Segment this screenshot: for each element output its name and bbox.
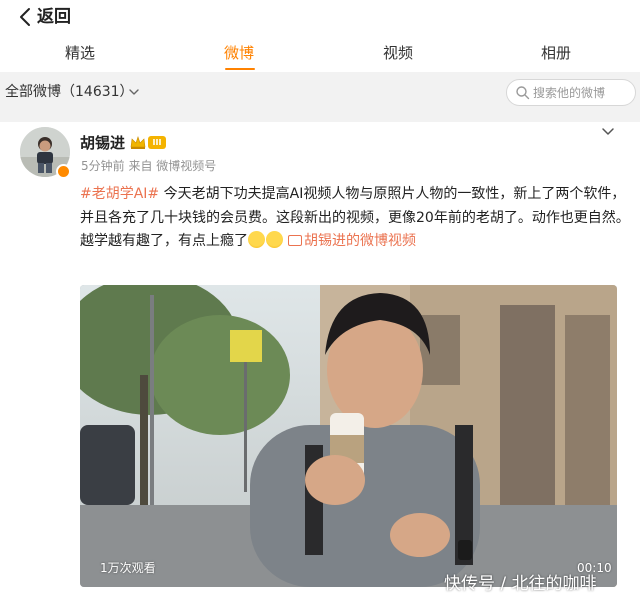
tab-album[interactable]: 相册 (516, 42, 596, 64)
search-input[interactable]: 搜索他的微博 (506, 79, 636, 106)
video-player[interactable]: 1万次观看 00:10 (80, 285, 617, 587)
active-tab-indicator (225, 68, 255, 70)
chevron-down-icon[interactable] (128, 86, 140, 98)
filter-bar: 全部微博（14631） 搜索他的微博 (0, 72, 640, 112)
post-filter-dropdown[interactable]: 全部微博（14631） (5, 82, 134, 102)
chevron-down-icon[interactable] (601, 125, 615, 139)
laughing-emoji-icon (248, 231, 265, 248)
hashtag-link[interactable]: #老胡学AI# (80, 186, 159, 202)
section-divider (0, 112, 640, 122)
tab-video[interactable]: 视频 (358, 42, 438, 64)
watermark-text: 快传号 / 北往的咖啡 (444, 574, 597, 594)
member-level-badge: III (148, 136, 166, 149)
video-view-count: 1万次观看 (100, 561, 156, 575)
search-icon (516, 86, 530, 100)
video-thumbnail (80, 285, 617, 587)
video-source-link[interactable]: 胡锡进的微博视频 (304, 233, 416, 249)
post-text: #老胡学AI# 今天老胡下功夫提高AI视频人物与原照片人物的一致性，新上了两个软… (80, 183, 630, 254)
top-bar: 返回 (0, 0, 640, 34)
crown-icon (130, 136, 146, 149)
post-body: 今天老胡下功夫提高AI视频人物与原照片人物的一致性，新上了两个软件，并且各充了几… (80, 186, 630, 226)
post-body-line2: 越学越有趣了，有点上瘾了 (80, 233, 248, 249)
tab-weibo[interactable]: 微博 (199, 42, 279, 64)
laughing-emoji-icon (266, 231, 283, 248)
profile-tabs: 精选 微博 视频 相册 (0, 34, 640, 72)
tab-featured[interactable]: 精选 (40, 42, 120, 64)
back-arrow-icon[interactable] (16, 7, 36, 27)
username[interactable]: 胡锡进 (80, 133, 125, 153)
video-link-icon (288, 235, 302, 246)
search-placeholder: 搜索他的微博 (533, 86, 606, 100)
post-meta: 5分钟前 来自 微博视频号 (81, 159, 217, 173)
verified-badge-icon (56, 164, 71, 179)
back-button[interactable]: 返回 (37, 5, 71, 29)
